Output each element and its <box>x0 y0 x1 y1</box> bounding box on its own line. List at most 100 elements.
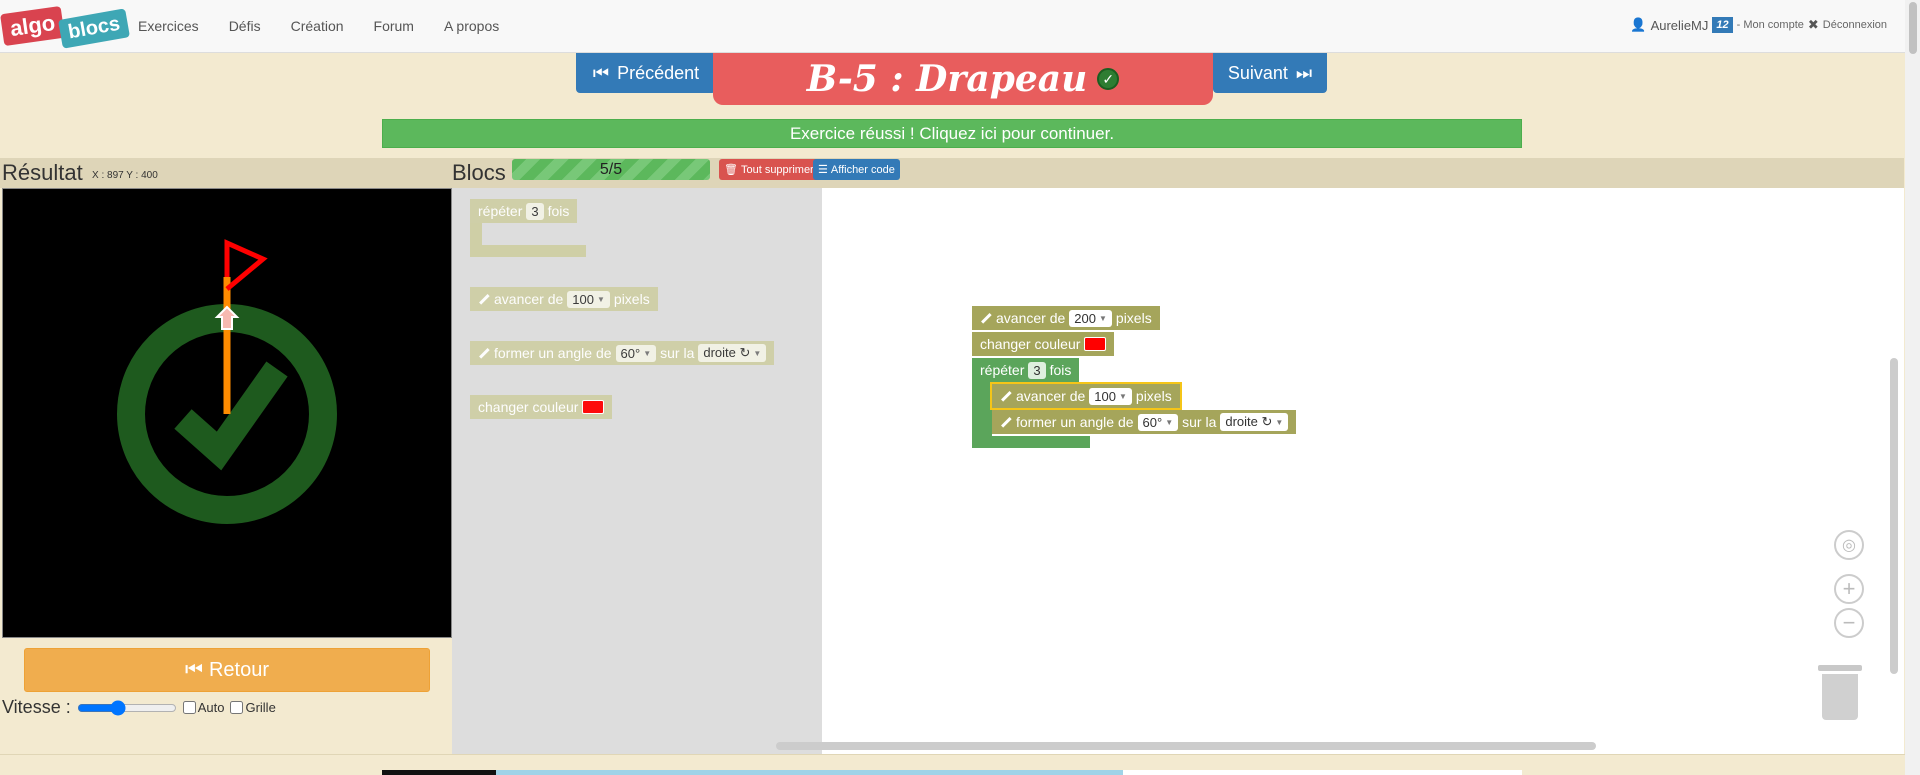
blockly-toolbox[interactable] <box>452 188 822 754</box>
forward-suffix: pixels <box>613 291 650 307</box>
skip-forward-icon: ⏭ <box>1295 62 1313 83</box>
auto-checkbox[interactable] <box>182 701 196 714</box>
program-repeat-block[interactable]: répéter 3 fois <box>972 358 1080 382</box>
toolbox-repeat-foot <box>470 245 586 257</box>
turn-prefix: former un angle de <box>494 345 612 361</box>
footer-preview <box>382 770 1522 775</box>
program-turn-direction-field[interactable]: droite ↻ ▼ <box>1220 413 1289 431</box>
logout-icon: ✖ <box>1807 17 1819 32</box>
result-canvas[interactable] <box>2 188 452 638</box>
workspace-vertical-scrollbar[interactable] <box>1890 358 1898 674</box>
nav-exercices[interactable]: Exercices <box>138 18 199 34</box>
previous-button[interactable]: ⏮ Précédent <box>576 53 716 93</box>
trash-icon: 🗑 <box>724 164 738 176</box>
skip-back-icon: ⏮ <box>592 62 610 83</box>
list-icon: ☰ <box>818 164 828 176</box>
account-area: 👤 AurelieMJ 12 - Mon compte ✖ Déconnexio… <box>1630 17 1887 33</box>
trash-lid <box>1818 665 1862 671</box>
logo-algo: algo <box>0 5 66 47</box>
grid-checkbox[interactable] <box>230 701 244 714</box>
color-swatch[interactable] <box>582 400 605 414</box>
program-repeat-prefix: répéter <box>980 362 1025 378</box>
program-turn-direction: droite ↻ <box>1225 414 1273 429</box>
turn-angle-field[interactable]: 60° ▼ <box>615 344 657 362</box>
logout-link[interactable]: Déconnexion <box>1823 19 1887 31</box>
speed-controls: Vitesse : Auto Grille <box>2 697 276 718</box>
forward2-value-field[interactable]: 100 ▼ <box>1089 387 1132 405</box>
my-account-link[interactable]: - Mon compte <box>1737 19 1804 31</box>
forward2-prefix: avancer de <box>1016 388 1086 404</box>
forward-prefix: avancer de <box>494 291 564 307</box>
color-label: changer couleur <box>478 399 579 415</box>
program-repeat-count-field[interactable]: 3 <box>1028 361 1046 379</box>
program-color-label: changer couleur <box>980 336 1081 352</box>
next-button[interactable]: Suivant ⏭ <box>1213 53 1327 93</box>
program-color-block[interactable]: changer couleur <box>972 332 1115 356</box>
toolbox-repeat-arm <box>470 223 482 245</box>
page-scrollbar-thumb[interactable] <box>1909 2 1917 54</box>
turn-middle: sur la <box>660 345 695 361</box>
recenter-icon[interactable]: ◎ <box>1834 530 1864 560</box>
grid-option[interactable]: Grille <box>230 700 276 715</box>
toolbox-turn-block[interactable]: former un angle de 60° ▼ sur la droite ↻ ▼ <box>470 341 775 365</box>
pencil-icon <box>476 345 493 362</box>
program-forward-block[interactable]: avancer de 200 ▼ pixels <box>972 306 1160 330</box>
program-turn-middle: sur la <box>1182 414 1217 430</box>
grid-label: Grille <box>245 700 276 715</box>
red-flag-line <box>224 239 268 291</box>
dropdown-arrow-icon: ▼ <box>596 294 605 304</box>
program-color-swatch[interactable] <box>1084 337 1107 351</box>
level-badge: 12 <box>1712 17 1733 33</box>
success-banner[interactable]: Exercice réussi ! Cliquez ici pour conti… <box>382 119 1522 148</box>
delete-all-label: Tout supprimer <box>740 163 814 176</box>
exercise-title-bar: B-5 : Drapeau ✓ <box>713 53 1213 105</box>
program-turn-angle-field[interactable]: 60° ▼ <box>1137 413 1179 431</box>
username-link[interactable]: AurelieMJ <box>1651 18 1709 33</box>
exercise-title: B-5 : Drapeau <box>806 58 1088 100</box>
back-button[interactable]: ⏮ Retour <box>24 648 430 692</box>
forward1-value-field[interactable]: 200 ▼ <box>1069 309 1112 327</box>
toolbox-repeat-block[interactable]: répéter 3 fois <box>470 199 578 223</box>
dropdown-arrow-icon: ▼ <box>1118 391 1127 401</box>
zoom-in-icon[interactable]: + <box>1834 574 1864 604</box>
repeat-count-field[interactable]: 3 <box>526 202 544 220</box>
trash-body <box>1822 674 1858 720</box>
result-title: Résultat <box>2 160 83 185</box>
workspace-horizontal-scrollbar[interactable] <box>776 742 1596 750</box>
nav-a-propos[interactable]: A propos <box>444 18 499 34</box>
repeat-suffix: fois <box>547 203 570 219</box>
nav-defis[interactable]: Défis <box>229 18 261 34</box>
cursor-coords: X : 897 Y : 400 <box>92 170 158 181</box>
page-scrollbar[interactable] <box>1905 0 1920 775</box>
program-repeat-suffix: fois <box>1049 362 1072 378</box>
blocks-title: Blocs <box>452 160 506 185</box>
program-repeat-foot <box>972 436 1090 448</box>
speed-slider[interactable] <box>76 699 177 716</box>
dropdown-arrow-icon: ▼ <box>1275 417 1284 427</box>
pencil-icon <box>998 414 1015 431</box>
pencil-icon <box>978 310 995 327</box>
show-code-button[interactable]: ☰ Afficher code <box>813 159 900 180</box>
program-forward2-block[interactable]: avancer de 100 ▼ pixels <box>990 382 1182 410</box>
toolbox-color-block[interactable]: changer couleur <box>470 395 613 419</box>
program-turn-angle: 60° <box>1142 414 1163 430</box>
toolbox-forward-block[interactable]: avancer de 100 ▼ pixels <box>470 287 658 311</box>
workspace-trash-icon[interactable] <box>1818 665 1862 721</box>
pencil-icon <box>998 388 1015 405</box>
show-code-label: Afficher code <box>830 163 895 176</box>
turn-direction-field[interactable]: droite ↻ ▼ <box>698 344 767 362</box>
program-turn-block[interactable]: former un angle de 60° ▼ sur la droite ↻ ▼ <box>992 410 1297 434</box>
delete-all-button[interactable]: 🗑 Tout supprimer <box>719 159 819 180</box>
algoblocs-logo[interactable]: algo blocs <box>0 5 131 49</box>
zoom-out-icon[interactable]: − <box>1834 608 1864 638</box>
back-label: Retour <box>208 658 270 681</box>
turn-angle: 60° <box>620 345 641 361</box>
turn-direction: droite ↻ <box>703 345 751 360</box>
repeat-prefix: répéter <box>478 203 523 219</box>
pencil-icon <box>476 291 493 308</box>
nav-forum[interactable]: Forum <box>374 18 414 34</box>
forward-value-field[interactable]: 100 ▼ <box>567 290 610 308</box>
auto-option[interactable]: Auto <box>182 700 224 715</box>
forward1-value: 200 <box>1074 310 1096 326</box>
nav-creation[interactable]: Création <box>291 18 344 34</box>
